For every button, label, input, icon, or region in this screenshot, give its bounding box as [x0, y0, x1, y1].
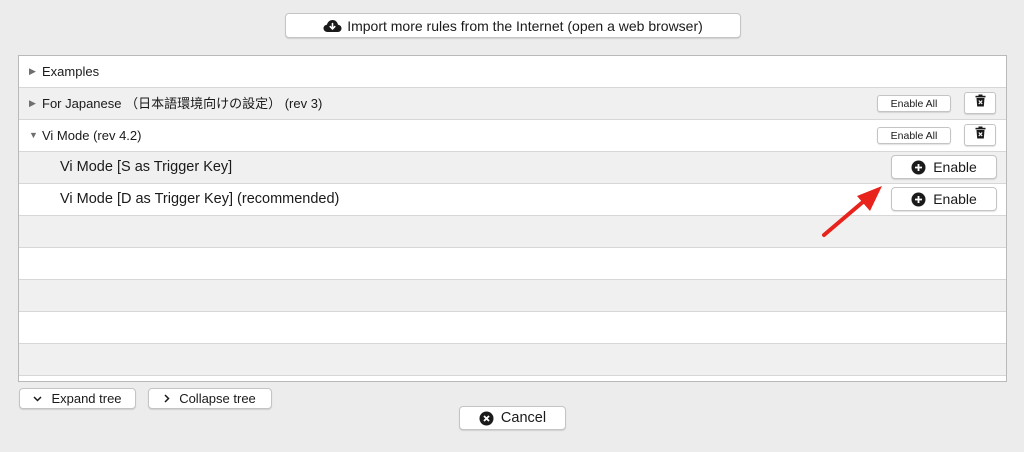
cloud-download-icon: [323, 19, 342, 33]
cancel-label: Cancel: [500, 410, 547, 426]
disclosure-collapsed-icon[interactable]: ▶: [29, 56, 36, 87]
enable-rule-button[interactable]: Enable: [891, 187, 997, 211]
tree-group-for-japanese[interactable]: ▶ For Japanese （日本語環境向けの設定） (rev 3) Enab…: [19, 88, 1006, 120]
empty-row: [19, 280, 1006, 312]
empty-row: [19, 312, 1006, 344]
disclosure-expanded-icon[interactable]: ▼: [29, 120, 38, 151]
delete-group-button[interactable]: [964, 124, 996, 146]
import-rules-label: Import more rules from the Internet (ope…: [347, 17, 703, 34]
enable-all-button[interactable]: Enable All: [877, 127, 951, 144]
cancel-button[interactable]: Cancel: [459, 406, 566, 430]
rule-row-vi-mode-s: Vi Mode [S as Trigger Key] Enable: [19, 152, 1006, 184]
rule-label: Vi Mode [D as Trigger Key] (recommended): [60, 191, 340, 207]
tree-group-examples[interactable]: ▶ Examples: [19, 56, 1006, 88]
plus-circle-icon: [911, 160, 926, 175]
empty-row: [19, 344, 1006, 376]
expand-tree-button[interactable]: Expand tree: [19, 388, 136, 409]
import-rules-button[interactable]: Import more rules from the Internet (ope…: [285, 13, 741, 38]
rule-label: Vi Mode [S as Trigger Key]: [60, 159, 233, 175]
enable-all-button[interactable]: Enable All: [877, 95, 951, 112]
empty-row: [19, 248, 1006, 280]
group-label: Vi Mode (rev 4.2): [42, 128, 142, 143]
close-circle-icon: [479, 411, 494, 426]
enable-all-label: Enable All: [890, 97, 938, 110]
trash-icon: [975, 94, 986, 112]
group-label: For Japanese （日本語環境向けの設定） (rev 3): [42, 96, 323, 111]
enable-rule-button[interactable]: Enable: [891, 155, 997, 179]
enable-label: Enable: [933, 191, 977, 207]
trash-icon: [975, 126, 986, 144]
collapse-tree-button[interactable]: Collapse tree: [148, 388, 272, 409]
group-label: Examples: [42, 64, 100, 79]
chevron-right-icon: [164, 394, 170, 403]
empty-row: [19, 376, 1006, 381]
tree-group-vi-mode[interactable]: ▼ Vi Mode (rev 4.2) Enable All: [19, 120, 1006, 152]
plus-circle-icon: [911, 192, 926, 207]
expand-tree-label: Expand tree: [51, 391, 122, 406]
disclosure-collapsed-icon[interactable]: ▶: [29, 88, 36, 119]
collapse-tree-label: Collapse tree: [179, 391, 256, 406]
enable-all-label: Enable All: [890, 129, 938, 142]
enable-label: Enable: [933, 159, 977, 175]
annotation-arrow: [822, 186, 882, 237]
chevron-down-icon: [33, 395, 42, 402]
delete-group-button[interactable]: [964, 92, 996, 114]
